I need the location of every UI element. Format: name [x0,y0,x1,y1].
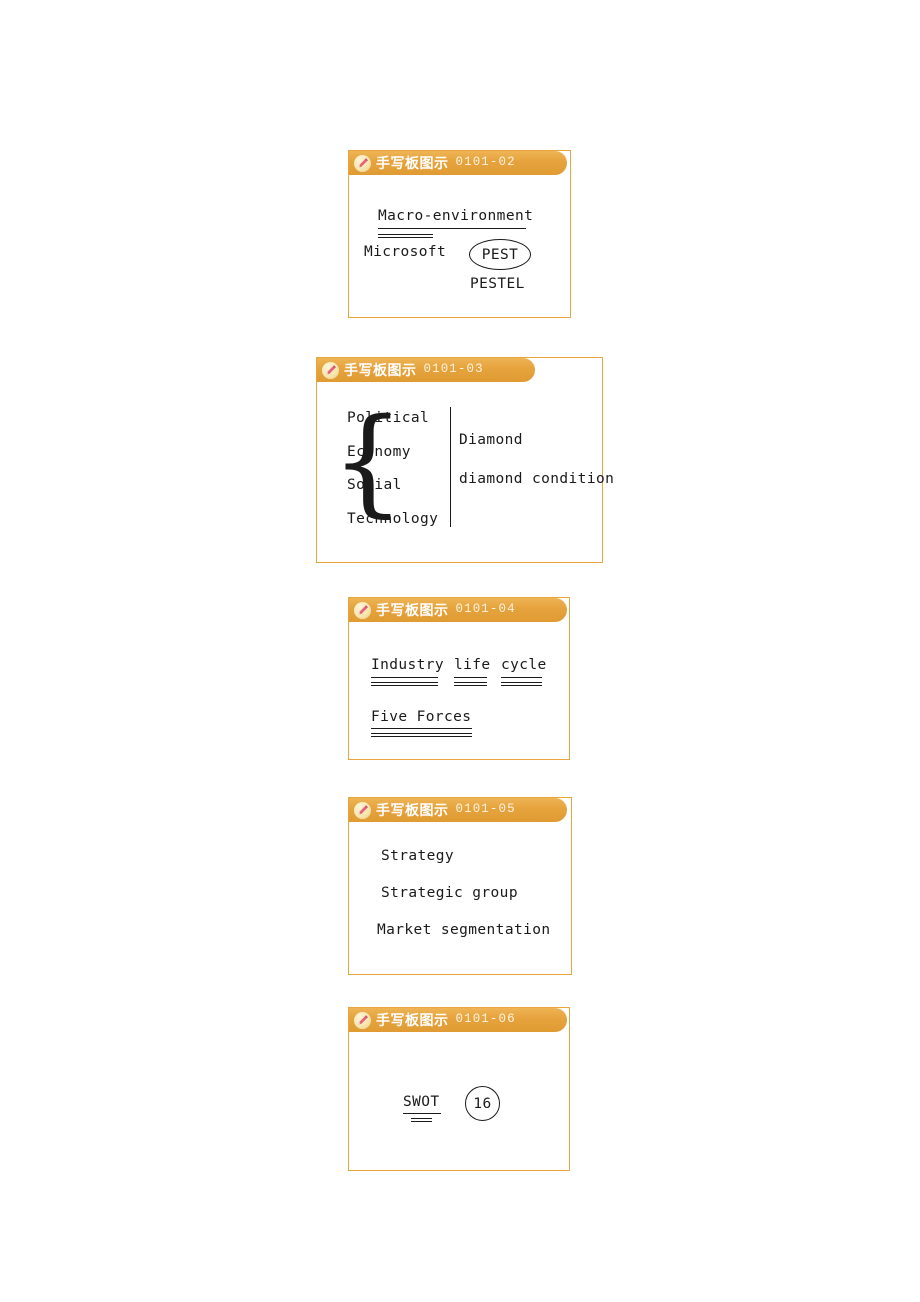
card-header: 手写板图示 0101-06 [349,1008,567,1032]
card-header: 手写板图示 0101-04 [349,598,567,622]
cycle-double-rule-1 [501,682,542,683]
card-body: Industry life cycle Five Forces [349,622,569,759]
line1-word: cycle [501,657,547,673]
line2-text: Five Forces [371,709,472,725]
life-underline [454,677,487,678]
whiteboard-card-0101-05[interactable]: 手写板图示 0101-05 Strategy Strategic group M… [348,797,572,975]
card-title-cn: 手写板图示 [376,1011,449,1028]
whiteboard-card-0101-06[interactable]: 手写板图示 0101-06 SWOT 16 [348,1007,570,1171]
card-header: 手写板图示 0101-02 [349,151,567,175]
swot-underline [403,1113,441,1114]
heading-text: Macro-environment [378,208,534,224]
bottom-word-text: PESTEL [470,276,525,292]
brace-item: Economy [347,444,411,460]
circled-word-text: PEST [481,246,519,263]
pencil-icon [354,601,371,619]
card-header: 手写板图示 0101-03 [317,358,535,382]
list-item: Market segmentation [377,922,551,938]
vertical-divider [450,407,452,527]
whiteboard-card-0101-03[interactable]: 手写板图示 0101-03 { Political Economy Social… [316,357,614,563]
five-forces-double-rule-2 [371,736,472,737]
card-title-cn: 手写板图示 [376,801,449,818]
heading-underline [378,228,526,229]
card-title-cn: 手写板图示 [376,154,449,171]
brace-item: Political [347,410,430,426]
card-number: 0101-02 [455,155,516,170]
brace-item: Technology [347,511,439,527]
whiteboard-card-0101-04[interactable]: 手写板图示 0101-04 Industry life cycle Five F… [348,597,570,760]
five-forces-double-rule-1 [371,733,472,734]
list-item: Strategy [381,848,455,864]
pencil-icon [354,1011,371,1029]
right-item: diamond condition [459,471,615,487]
left-word-text: Microsoft [364,244,447,260]
circled-number: 16 [465,1086,500,1121]
list-item: Strategic group [381,885,518,901]
card-title-cn: 手写板图示 [376,601,449,618]
swot-double-rule-2 [411,1121,432,1122]
swot-text: SWOT [403,1094,440,1110]
swot-double-rule-1 [411,1118,432,1119]
card-number: 0101-05 [455,802,516,817]
pest-ellipse: PEST [469,239,531,270]
card-body: SWOT 16 [349,1032,569,1170]
cycle-double-rule-2 [501,685,542,686]
circled-number-text: 16 [473,1095,492,1112]
life-double-rule-2 [454,685,487,686]
pencil-icon [322,361,339,379]
card-number: 0101-06 [455,1012,516,1027]
whiteboard-card-0101-02[interactable]: 手写板图示 0101-02 Macro-environment Microsof… [348,150,571,318]
industry-underline [371,677,438,678]
pencil-icon [354,801,371,819]
card-body: Macro-environment Microsoft PEST PESTEL [349,175,570,317]
pencil-icon [354,154,371,172]
industry-double-rule-1 [371,682,438,683]
line1-word: Industry [371,657,445,673]
card-number: 0101-04 [455,602,516,617]
card-body: { Political Economy Social Technology Di… [317,382,614,562]
life-double-rule-1 [454,682,487,683]
card-title-cn: 手写板图示 [344,361,417,378]
industry-double-rule-2 [371,685,438,686]
line1-word: life [454,657,491,673]
right-item: Diamond [459,432,523,448]
heading-double-rule-1 [378,234,433,235]
card-header: 手写板图示 0101-05 [349,798,567,822]
cycle-underline [501,677,542,678]
heading-double-rule-2 [378,237,433,238]
five-forces-underline [371,728,472,729]
brace-item: Social [347,477,402,493]
card-number: 0101-03 [423,362,484,377]
card-body: Strategy Strategic group Market segmenta… [349,822,571,974]
